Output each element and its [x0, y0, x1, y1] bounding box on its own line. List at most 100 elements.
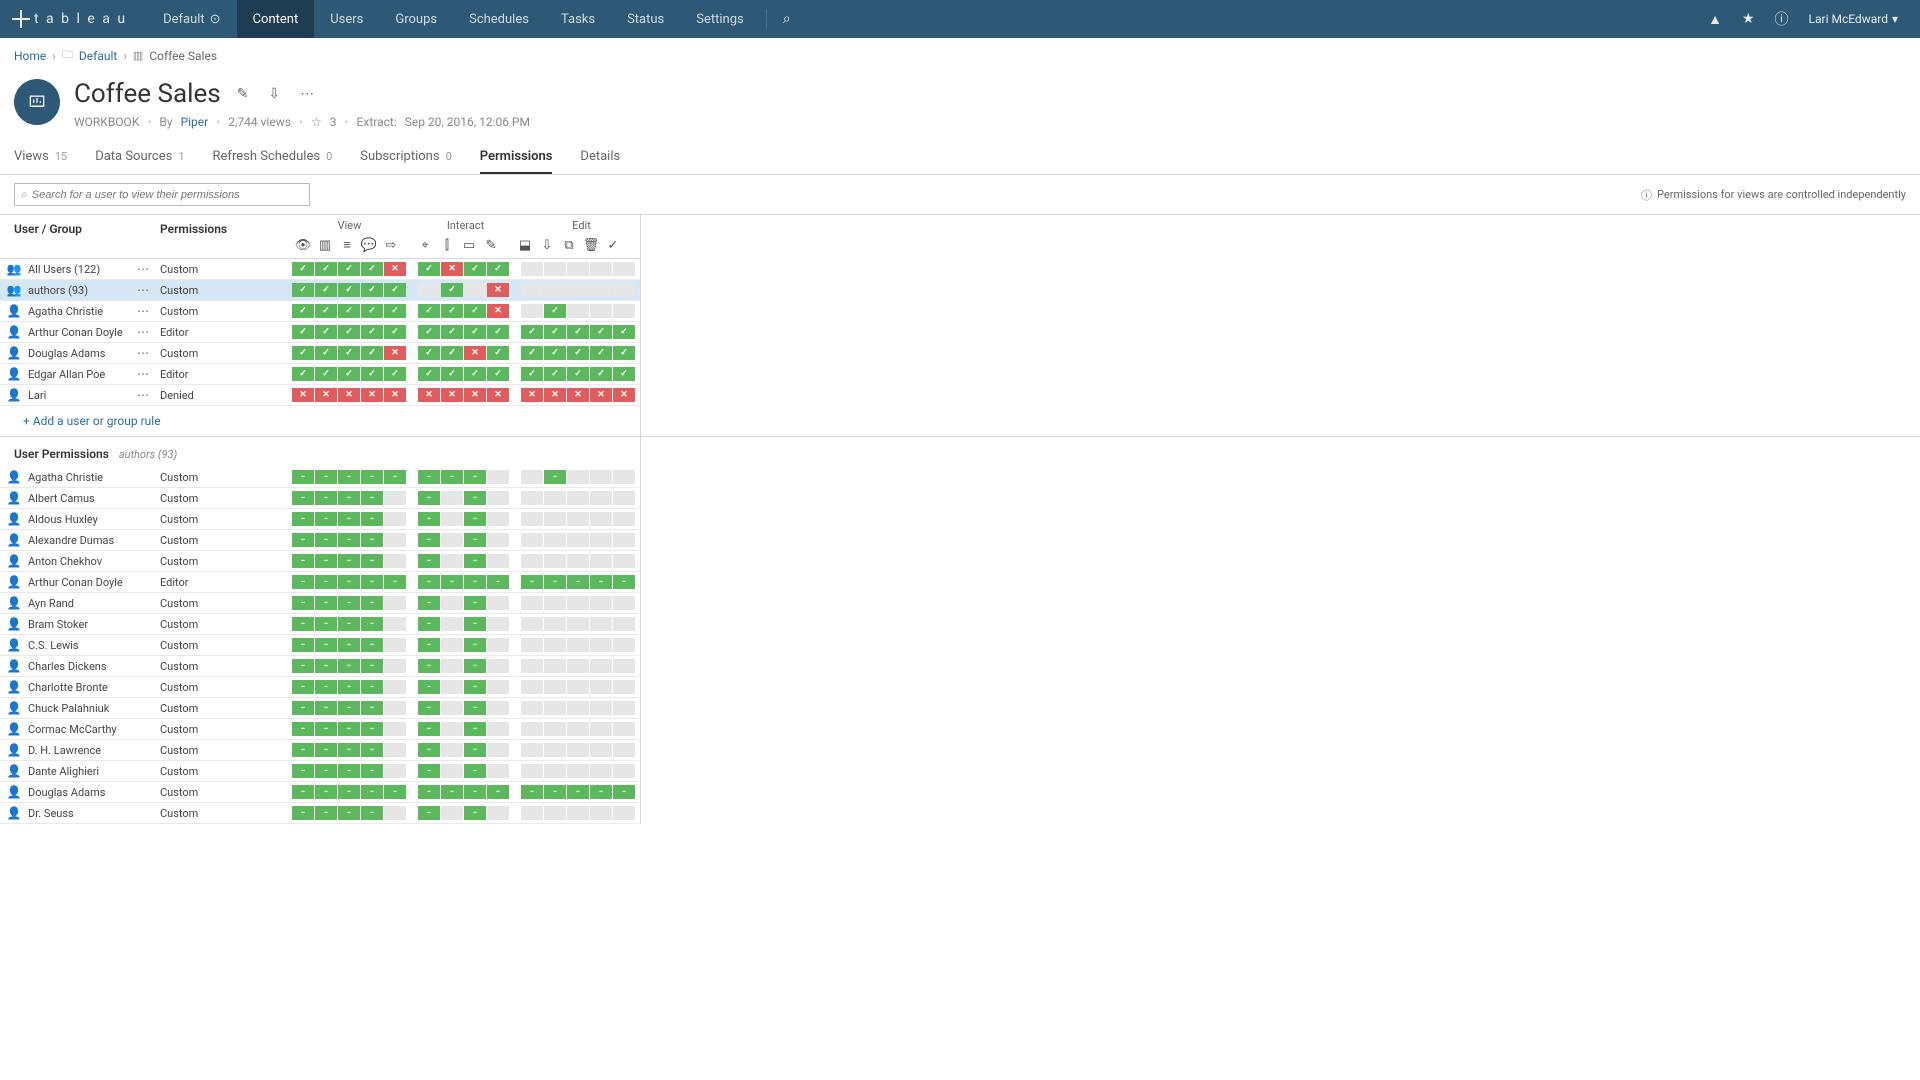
permission-rule-row[interactable]: 👥authors (93)⋯Custom [0, 280, 640, 301]
capability-cell[interactable] [544, 346, 566, 360]
capability-cell[interactable]: ▪ [338, 512, 360, 526]
capability-cell[interactable]: ▪ [418, 470, 440, 484]
capability-cell[interactable] [613, 367, 635, 381]
capability-cell[interactable]: ▪ [464, 722, 486, 736]
capability-cell[interactable]: ▪ [464, 701, 486, 715]
capability-cell[interactable]: ▪ [418, 680, 440, 694]
capability-cell[interactable] [418, 262, 440, 276]
capability-cell[interactable] [441, 325, 463, 339]
capability-cell[interactable]: ▪ [338, 785, 360, 799]
capability-cell[interactable]: ▪ [441, 785, 463, 799]
capability-cell[interactable] [361, 262, 383, 276]
capability-cell[interactable]: ▪ [464, 533, 486, 547]
capability-cell[interactable]: ▪ [338, 743, 360, 757]
capability-cell[interactable]: ▪ [418, 743, 440, 757]
capability-cell[interactable] [590, 638, 612, 652]
edit-icon[interactable]: ✎ [233, 82, 253, 106]
capability-cell[interactable]: ▪ [338, 701, 360, 715]
capability-cell[interactable] [487, 596, 509, 610]
capability-cell[interactable]: ▪ [361, 554, 383, 568]
capability-cell[interactable]: ▪ [361, 596, 383, 610]
capability-cell[interactable] [590, 701, 612, 715]
capability-cell[interactable] [590, 764, 612, 778]
capability-cell[interactable] [441, 304, 463, 318]
capability-cell[interactable] [544, 617, 566, 631]
capability-cell[interactable] [544, 533, 566, 547]
capability-cell[interactable] [418, 367, 440, 381]
capability-cell[interactable]: ▪ [464, 491, 486, 505]
nav-item-status[interactable]: Status [611, 0, 680, 38]
capability-cell[interactable] [567, 764, 589, 778]
capability-cell[interactable] [613, 512, 635, 526]
capability-cell[interactable] [361, 304, 383, 318]
capability-cell[interactable] [567, 701, 589, 715]
capability-cell[interactable]: ▪ [487, 785, 509, 799]
capability-cell[interactable]: ▪ [464, 575, 486, 589]
capability-cell[interactable] [567, 617, 589, 631]
capability-cell[interactable]: ▪ [292, 743, 314, 757]
capability-cell[interactable] [590, 617, 612, 631]
capability-cell[interactable]: ▪ [338, 617, 360, 631]
capability-cell[interactable] [567, 596, 589, 610]
capability-cell[interactable]: ▪ [441, 575, 463, 589]
capability-cell[interactable]: ▪ [361, 575, 383, 589]
capability-cell[interactable] [487, 262, 509, 276]
user-permission-row[interactable]: 👤Douglas AdamsCustom▪▪▪▪▪▪▪▪▪▪▪▪▪▪ [0, 782, 640, 803]
capability-cell[interactable] [613, 554, 635, 568]
capability-cell[interactable] [567, 346, 589, 360]
capability-cell[interactable]: ▪ [418, 659, 440, 673]
capability-cell[interactable]: ▪ [418, 785, 440, 799]
capability-cell[interactable]: ▪ [292, 491, 314, 505]
capability-cell[interactable]: ▪ [464, 596, 486, 610]
capability-cell[interactable]: ▪ [567, 575, 589, 589]
capability-cell[interactable] [590, 722, 612, 736]
capability-cell[interactable] [338, 304, 360, 318]
capability-cell[interactable] [338, 283, 360, 297]
user-permission-row[interactable]: 👤Dr. SeussCustom▪▪▪▪▪▪ [0, 803, 640, 824]
capability-cell[interactable] [487, 346, 509, 360]
capability-cell[interactable] [292, 304, 314, 318]
user-permission-row[interactable]: 👤Ayn RandCustom▪▪▪▪▪▪ [0, 593, 640, 614]
alert-icon[interactable]: ▲ [1698, 11, 1732, 28]
capability-cell[interactable]: ▪ [464, 638, 486, 652]
capability-cell[interactable]: ▪ [384, 575, 406, 589]
capability-cell[interactable] [590, 346, 612, 360]
capability-cell[interactable]: ▪ [521, 575, 543, 589]
nav-item-content[interactable]: Content [237, 0, 315, 38]
capability-cell[interactable] [292, 367, 314, 381]
nav-item-tasks[interactable]: Tasks [545, 0, 611, 38]
capability-cell[interactable] [418, 283, 440, 297]
capability-cell[interactable] [521, 512, 543, 526]
capability-cell[interactable] [521, 596, 543, 610]
capability-cell[interactable] [292, 346, 314, 360]
capability-cell[interactable] [590, 283, 612, 297]
capability-cell[interactable]: ▪ [292, 554, 314, 568]
capability-cell[interactable] [384, 743, 406, 757]
capability-cell[interactable] [361, 346, 383, 360]
user-permission-row[interactable]: 👤Agatha ChristieCustom▪▪▪▪▪▪▪▪▪ [0, 467, 640, 488]
capability-cell[interactable]: ▪ [384, 785, 406, 799]
capability-cell[interactable] [487, 659, 509, 673]
capability-cell[interactable] [384, 533, 406, 547]
capability-cell[interactable] [544, 680, 566, 694]
capability-cell[interactable]: ▪ [361, 680, 383, 694]
capability-cell[interactable] [418, 304, 440, 318]
capability-cell[interactable] [590, 491, 612, 505]
capability-cell[interactable] [521, 491, 543, 505]
capability-cell[interactable] [613, 533, 635, 547]
capability-cell[interactable]: ▪ [315, 575, 337, 589]
capability-cell[interactable]: ▪ [361, 512, 383, 526]
capability-cell[interactable]: ▪ [338, 722, 360, 736]
capability-cell[interactable]: ▪ [338, 680, 360, 694]
permission-rule-row[interactable]: 👥All Users (122)⋯Custom [0, 259, 640, 280]
capability-cell[interactable]: ▪ [590, 785, 612, 799]
capability-cell[interactable] [567, 806, 589, 820]
tableau-logo[interactable]: t a b l e a u [12, 10, 127, 28]
capability-cell[interactable] [590, 554, 612, 568]
capability-cell[interactable]: ▪ [338, 533, 360, 547]
capability-cell[interactable] [487, 701, 509, 715]
user-permission-row[interactable]: 👤Alexandre DumasCustom▪▪▪▪▪▪ [0, 530, 640, 551]
capability-cell[interactable]: ▪ [292, 470, 314, 484]
capability-cell[interactable] [613, 325, 635, 339]
capability-cell[interactable] [613, 304, 635, 318]
